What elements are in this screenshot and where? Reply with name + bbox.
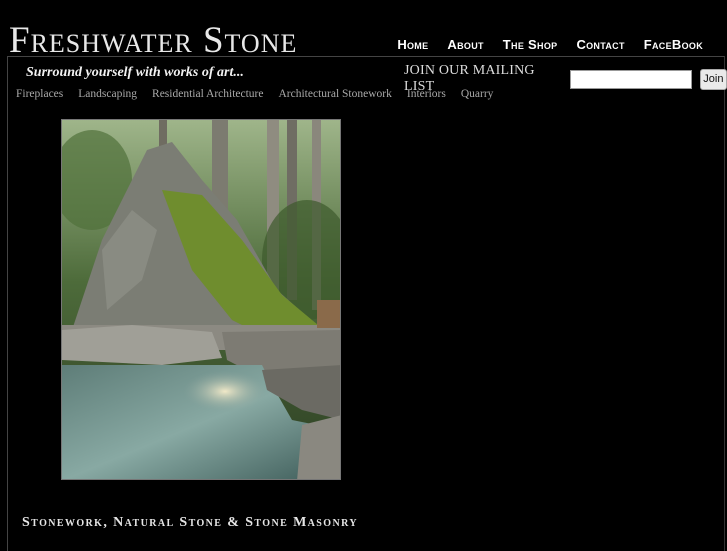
category-landscaping[interactable]: Landscaping xyxy=(78,88,137,100)
email-input[interactable] xyxy=(569,69,692,89)
nav-the-shop[interactable]: The Shop xyxy=(503,37,558,52)
category-nav: Fireplaces Landscaping Residential Archi… xyxy=(16,88,493,100)
featured-photo xyxy=(61,119,341,480)
page-heading: Stonework, Natural Stone & Stone Masonry xyxy=(22,515,358,530)
category-quarry[interactable]: Quarry xyxy=(461,88,494,100)
category-interiors[interactable]: Interiors xyxy=(407,88,446,100)
top-nav: Home About The Shop Contact FaceBook xyxy=(397,37,703,52)
join-button[interactable]: Join xyxy=(699,68,727,90)
nav-facebook[interactable]: FaceBook xyxy=(644,37,703,52)
nav-about[interactable]: About xyxy=(447,37,483,52)
tagline: Surround yourself with works of art... xyxy=(26,65,244,80)
category-fireplaces[interactable]: Fireplaces xyxy=(16,88,63,100)
stone-pool-image xyxy=(62,120,340,479)
category-architectural-stonework[interactable]: Architectural Stonework xyxy=(278,88,391,100)
nav-home[interactable]: Home xyxy=(397,37,428,52)
category-residential-architecture[interactable]: Residential Architecture xyxy=(152,88,263,100)
nav-contact[interactable]: Contact xyxy=(576,37,624,52)
site-logo[interactable]: Freshwater Stone xyxy=(9,22,297,59)
